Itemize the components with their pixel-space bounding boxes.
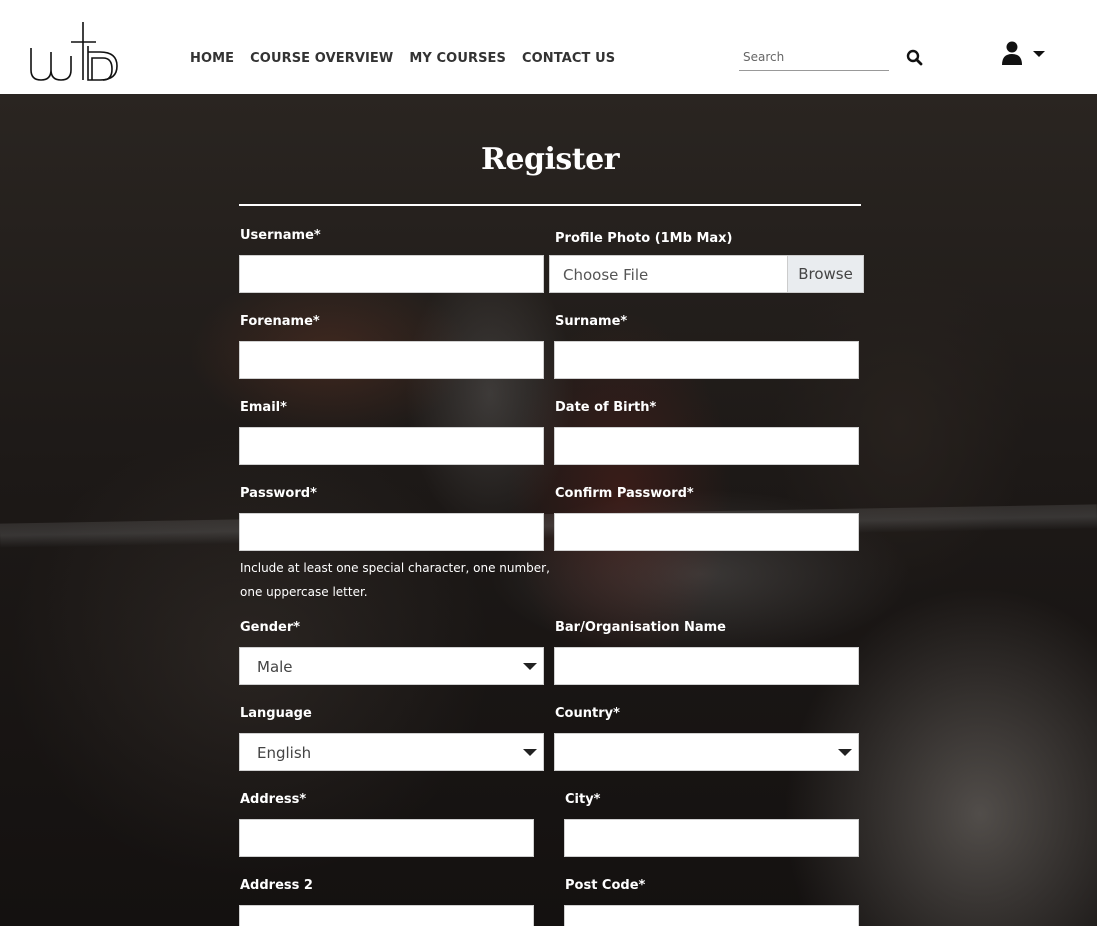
dob-field <box>554 427 859 465</box>
user-menu[interactable] <box>999 40 1049 68</box>
gender-label: Gender* <box>240 620 301 635</box>
dob-label: Date of Birth* <box>555 400 657 415</box>
language-value: English <box>257 744 312 762</box>
city-label: City* <box>565 792 601 807</box>
username-input[interactable] <box>240 256 543 292</box>
nav-contact-us[interactable]: CONTACT US <box>522 51 615 66</box>
postcode-input[interactable] <box>565 906 858 926</box>
email-input[interactable] <box>240 428 543 464</box>
address-label: Address* <box>240 792 307 807</box>
title-divider <box>239 204 861 206</box>
language-label: Language <box>240 706 312 721</box>
main-nav: HOME COURSE OVERVIEW MY COURSES CONTACT … <box>190 51 615 66</box>
caret-down-icon <box>523 749 537 756</box>
confirm-password-field <box>554 513 859 551</box>
forename-input[interactable] <box>240 342 543 378</box>
address2-label: Address 2 <box>240 878 313 893</box>
nav-my-courses[interactable]: MY COURSES <box>409 51 506 66</box>
user-icon <box>1002 41 1045 65</box>
logo[interactable] <box>28 18 120 84</box>
username-label: Username* <box>240 228 321 243</box>
browse-button[interactable]: Browse <box>787 256 863 292</box>
organisation-input[interactable] <box>555 648 858 684</box>
country-select[interactable] <box>554 733 859 771</box>
nav-course-overview[interactable]: COURSE OVERVIEW <box>250 51 393 66</box>
surname-input[interactable] <box>555 342 858 378</box>
confirm-password-label: Confirm Password* <box>555 486 694 501</box>
language-select[interactable]: English <box>239 733 544 771</box>
postcode-field <box>564 905 859 926</box>
email-label: Email* <box>240 400 287 415</box>
organisation-label: Bar/Organisation Name <box>555 620 726 635</box>
page-title: Register <box>480 142 620 177</box>
profile-photo-label: Profile Photo (1Mb Max) <box>555 231 733 246</box>
profile-photo-input[interactable]: Choose File Browse <box>549 255 864 293</box>
gender-value: Male <box>257 658 293 676</box>
organisation-field <box>554 647 859 685</box>
city-field <box>564 819 859 857</box>
password-input[interactable] <box>240 514 543 550</box>
country-label: Country* <box>555 706 620 721</box>
nav-home[interactable]: HOME <box>190 51 234 66</box>
caret-down-icon <box>838 749 852 756</box>
address2-input[interactable] <box>240 906 533 926</box>
gender-select[interactable]: Male <box>239 647 544 685</box>
address2-field <box>239 905 534 926</box>
dob-input[interactable] <box>555 428 858 464</box>
search-input[interactable] <box>739 45 889 69</box>
address-field <box>239 819 534 857</box>
address-input[interactable] <box>240 820 533 856</box>
username-field <box>239 255 544 293</box>
password-hint: Include at least one special character, … <box>240 561 550 599</box>
register-form: Register Username* Profile Photo (1Mb Ma… <box>0 94 1097 926</box>
site-header: HOME COURSE OVERVIEW MY COURSES CONTACT … <box>0 0 1097 94</box>
caret-down-icon <box>523 663 537 670</box>
email-field <box>239 427 544 465</box>
forename-field <box>239 341 544 379</box>
search-box <box>739 45 889 71</box>
forename-label: Forename* <box>240 314 320 329</box>
surname-field <box>554 341 859 379</box>
file-placeholder: Choose File <box>563 266 649 284</box>
confirm-password-input[interactable] <box>555 514 858 550</box>
city-input[interactable] <box>565 820 858 856</box>
search-icon[interactable] <box>905 48 925 68</box>
surname-label: Surname* <box>555 314 628 329</box>
password-label: Password* <box>240 486 317 501</box>
postcode-label: Post Code* <box>565 878 646 893</box>
password-field <box>239 513 544 551</box>
